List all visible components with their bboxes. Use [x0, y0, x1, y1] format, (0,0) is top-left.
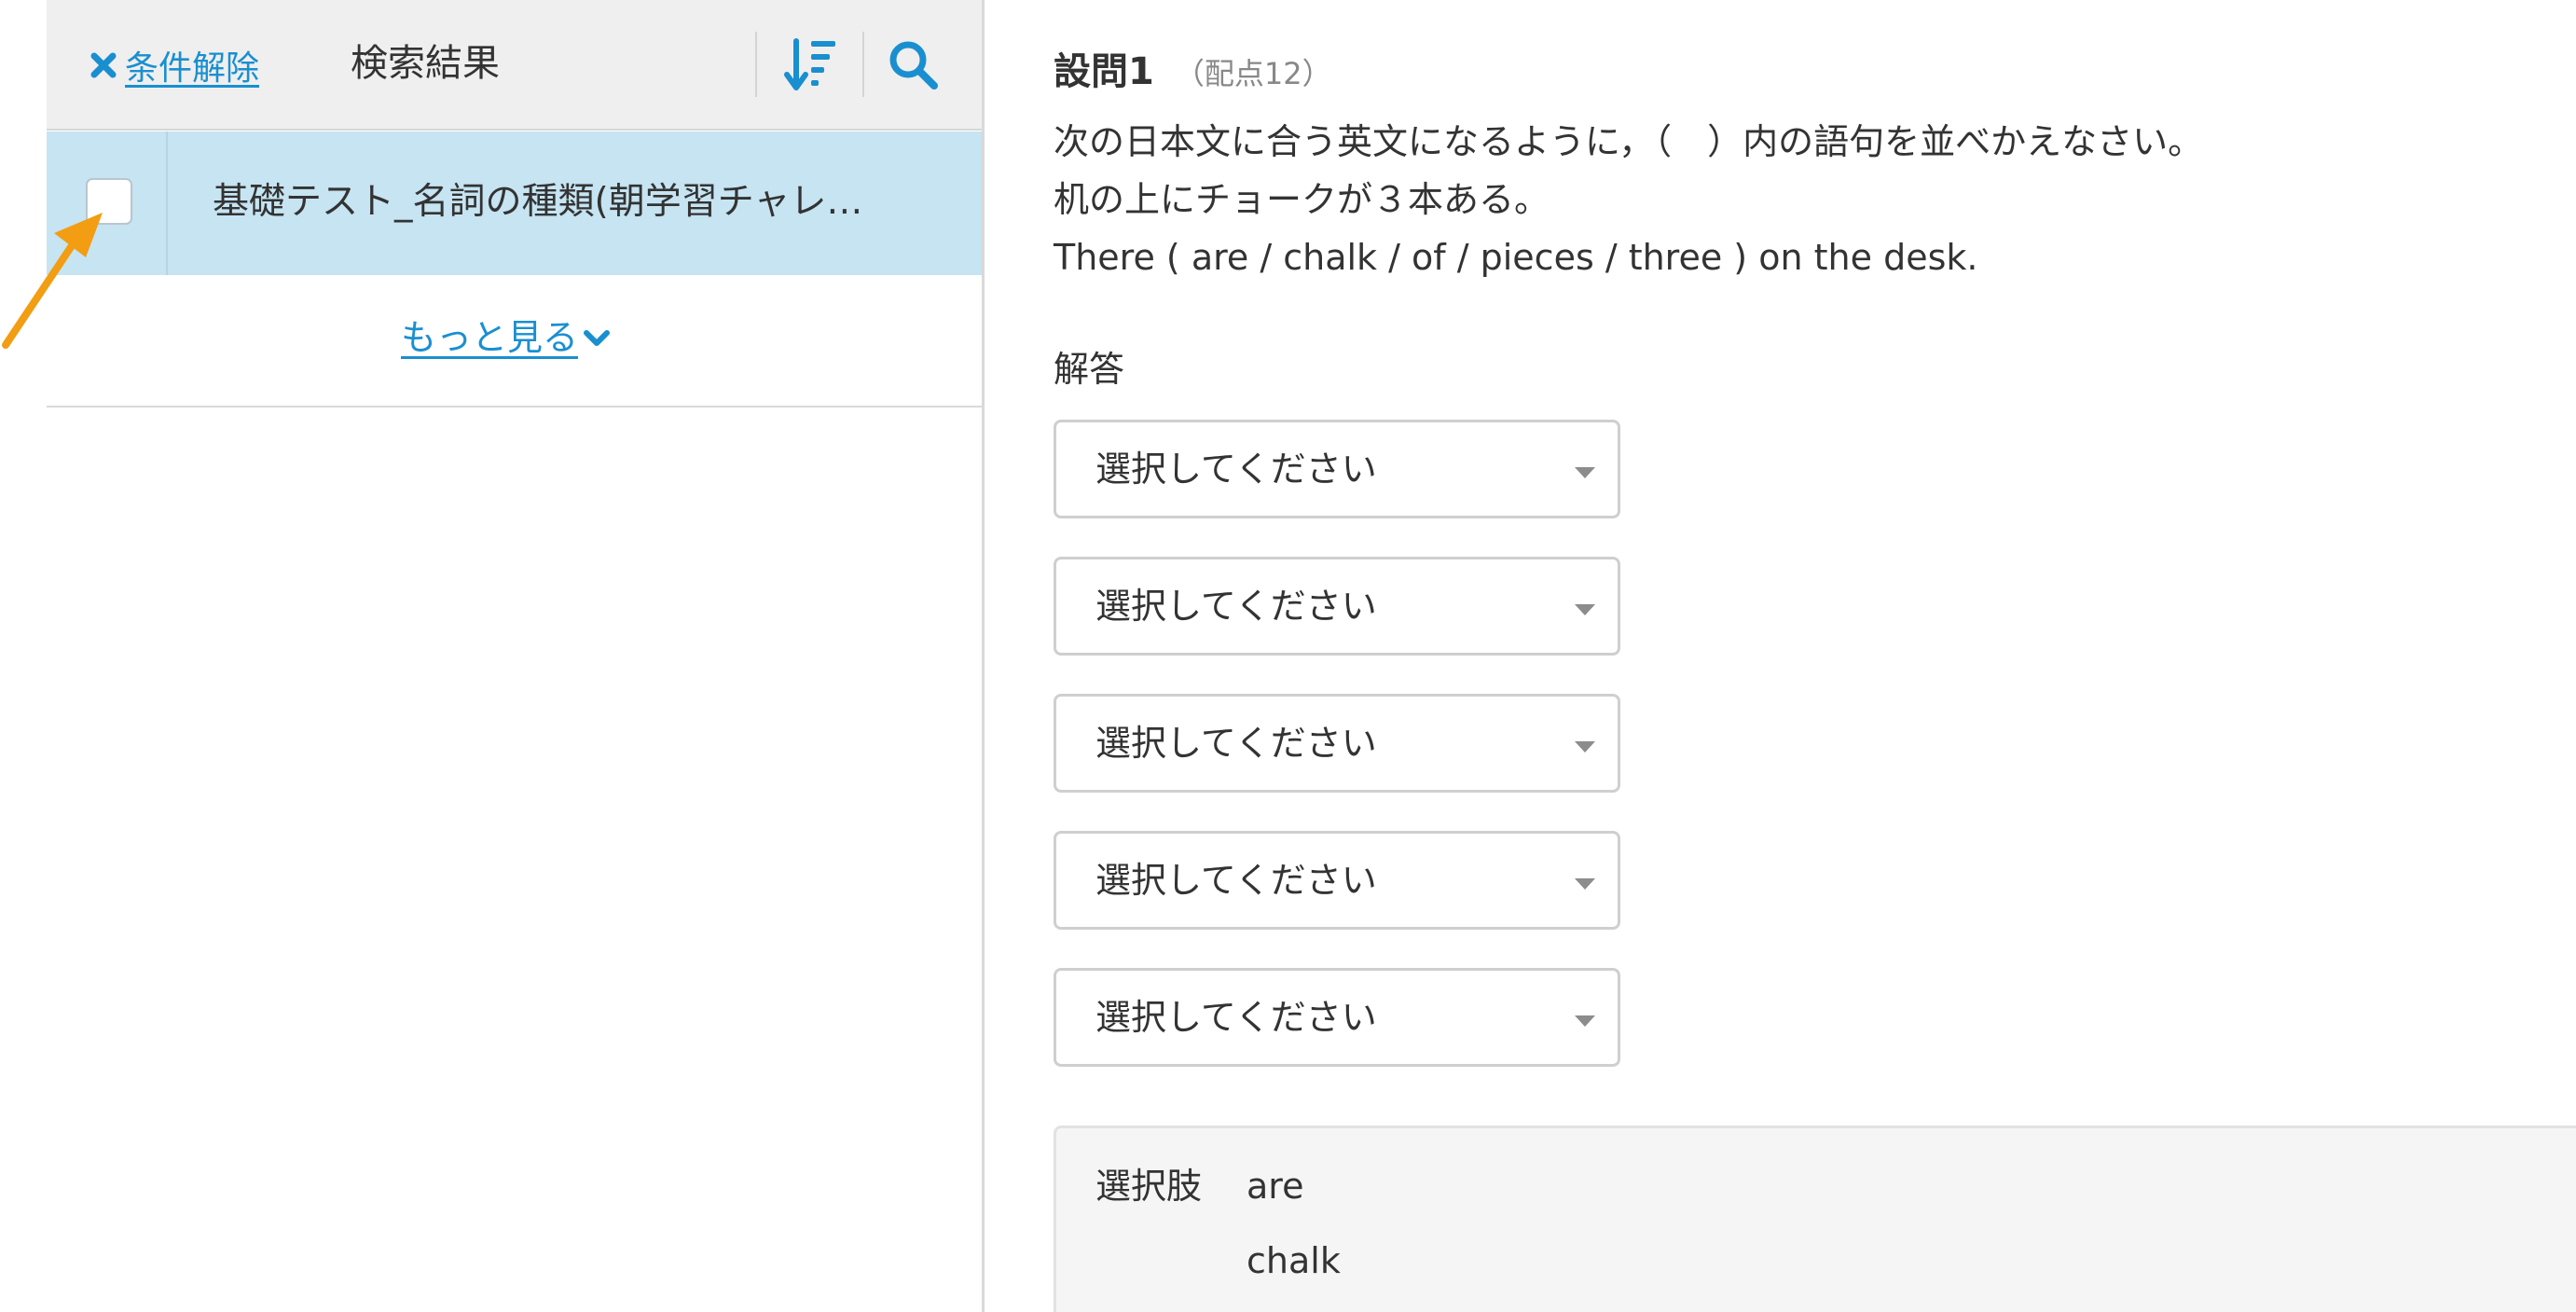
answer-label: 解答 [1054, 349, 1125, 390]
sort-icon[interactable] [783, 35, 839, 93]
question-instruction: 次の日本文に合う英文になるように，（ ）内の語句を並べかえなさい。 [1054, 121, 2204, 162]
dropdown-arrow-icon [1575, 604, 1595, 615]
close-icon [90, 52, 117, 78]
result-title[interactable]: 基礎テスト_名詞の種類(朝学習チャレ… [213, 176, 940, 228]
dropdown-arrow-icon [1575, 878, 1595, 890]
select-value: 選択してください [1095, 449, 1377, 490]
search-icon[interactable] [886, 37, 942, 93]
clear-filter-label[interactable]: 条件解除 [125, 41, 259, 90]
question-heading: 設問1 （配点12） [1054, 41, 1332, 95]
question-score: （配点12） [1174, 56, 1332, 91]
select-value: 選択してください [1095, 586, 1377, 627]
annotation-arrow-icon [2, 213, 103, 349]
dropdown-arrow-icon [1575, 741, 1595, 753]
select-value: 選択してください [1095, 860, 1377, 901]
search-results-panel: 条件解除 検索結果 基礎テスト_名詞の種類(朝学習チャレ… もっと見る [47, 0, 985, 1312]
row-divider [166, 131, 168, 275]
show-more-link[interactable]: もっと見る [401, 309, 612, 360]
results-header: 条件解除 検索結果 [47, 0, 982, 131]
answer-select-3[interactable]: 選択してください [1054, 694, 1620, 793]
select-value: 選択してください [1095, 997, 1377, 1038]
choice-item: chalk [1247, 1240, 1341, 1281]
choices-box: 選択肢 are chalk [1054, 1126, 2576, 1312]
select-value: 選択してください [1095, 723, 1377, 764]
more-row: もっと見る [47, 275, 982, 407]
results-title: 検索結果 [351, 42, 500, 85]
choices-label: 選択肢 [1095, 1166, 1203, 1207]
question-japanese-sentence: 机の上にチョークが３本ある。 [1054, 179, 1550, 220]
result-row[interactable]: 基礎テスト_名詞の種類(朝学習チャレ… [47, 131, 982, 275]
question-english-sentence: There ( are / chalk / of / pieces / thre… [1054, 237, 1978, 278]
answer-select-2[interactable]: 選択してください [1054, 557, 1620, 656]
answer-select-4[interactable]: 選択してください [1054, 831, 1620, 930]
chevron-down-icon[interactable] [582, 327, 612, 350]
answer-select-5[interactable]: 選択してください [1054, 968, 1620, 1067]
header-divider [755, 32, 757, 97]
answer-select-1[interactable]: 選択してください [1054, 420, 1620, 518]
choice-item: are [1247, 1166, 1304, 1207]
dropdown-arrow-icon [1575, 467, 1595, 478]
show-more-label[interactable]: もっと見る [401, 309, 578, 360]
question-title: 設問1 [1054, 50, 1154, 93]
dropdown-arrow-icon [1575, 1015, 1595, 1027]
header-divider [862, 32, 864, 97]
clear-filter-link[interactable]: 条件解除 [88, 41, 259, 90]
